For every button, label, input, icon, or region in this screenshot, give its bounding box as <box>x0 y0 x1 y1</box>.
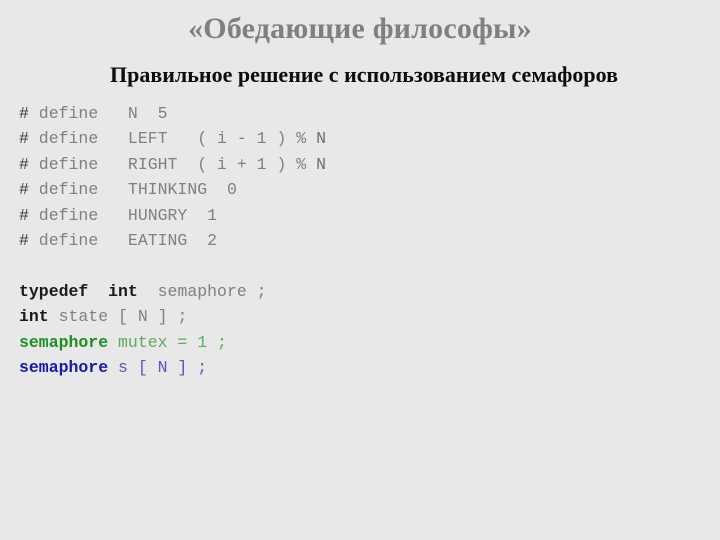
code-token: define <box>28 104 99 123</box>
code-token: mutex = 1 ; <box>108 332 227 352</box>
code-line-typedef-semaphore: typedef int semaphore ; <box>19 279 699 304</box>
code-token: N <box>306 129 326 149</box>
code-token: LEFT ( i - 1 ) <box>98 129 297 149</box>
code-line-define-n: # define N 5 <box>19 101 699 126</box>
code-token: N <box>306 154 326 174</box>
code-line-mutex-decl: semaphore mutex = 1 ; <box>19 330 699 355</box>
code-token: define <box>28 154 99 174</box>
code-block: # define N 5 # define LEFT ( i - 1 ) % N #… <box>19 101 699 380</box>
page-title: «Обедающие философы» <box>188 12 532 45</box>
code-token: % <box>296 129 307 149</box>
code-line-define-hungry: # define HUNGRY 1 <box>19 203 699 228</box>
code-token: define <box>28 230 99 250</box>
code-token: % <box>296 154 307 174</box>
code-token: define <box>28 205 99 225</box>
code-token: typedef <box>19 281 89 301</box>
code-token: semaphore <box>19 332 109 352</box>
code-token: state [ N ] ; <box>48 307 188 327</box>
code-token: # <box>19 205 29 225</box>
code-token: # <box>19 154 29 174</box>
code-line-define-thinking: # define THINKING 0 <box>19 177 699 202</box>
code-token: define <box>28 129 99 149</box>
code-line-s-array-decl: semaphore s [ N ] ; <box>19 355 699 380</box>
code-token: # <box>19 180 29 200</box>
code-line-define-left: # define LEFT ( i - 1 ) % N <box>19 126 699 151</box>
code-token: N 5 <box>98 104 168 123</box>
code-token: s [ N ] ; <box>108 357 208 377</box>
code-token: int <box>19 307 49 327</box>
page-subtitle: Правильное решение с использованием сема… <box>110 62 618 87</box>
code-token: semaphore <box>19 357 109 377</box>
code-token: # <box>19 129 29 149</box>
code-token: HUNGRY 1 <box>98 205 218 225</box>
code-line-state-array: int state [ N ] ; <box>19 304 699 329</box>
code-line-blank-1 <box>19 253 699 278</box>
code-token: int <box>108 281 138 301</box>
code-line-define-right: # define RIGHT ( i + 1 ) % N <box>19 152 699 177</box>
code-token: THINKING 0 <box>98 180 237 200</box>
code-token: RIGHT ( i + 1 ) <box>98 154 297 174</box>
code-line-define-eating: # define EATING 2 <box>19 228 699 253</box>
code-token: semaphore ; <box>137 281 267 301</box>
code-token: # <box>19 104 29 123</box>
code-token: # <box>19 230 29 250</box>
code-token: define <box>28 180 99 200</box>
slide: «Обедающие философы» Правильное решение … <box>0 0 720 540</box>
code-token: EATING 2 <box>98 230 218 250</box>
